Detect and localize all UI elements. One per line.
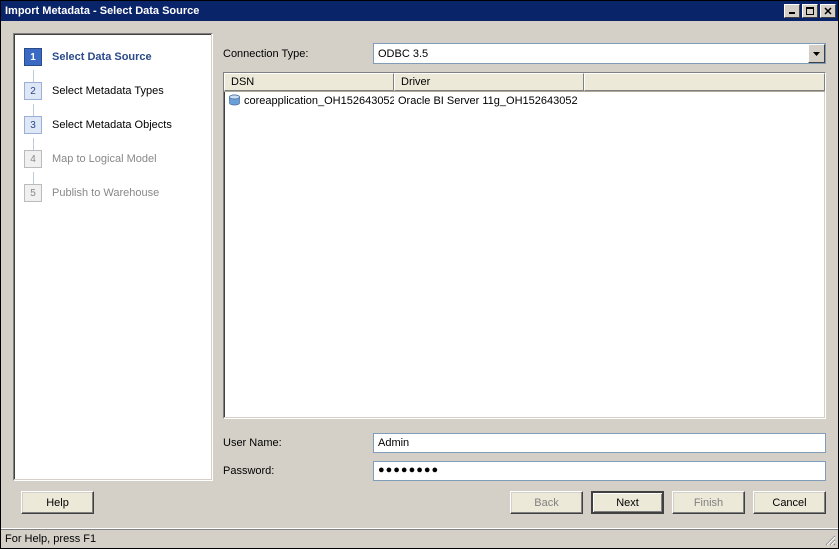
minimize-icon bbox=[788, 7, 796, 15]
connection-type-value: ODBC 3.5 bbox=[374, 48, 808, 60]
col-spacer bbox=[584, 73, 825, 91]
step-number: 1 bbox=[24, 48, 42, 66]
connection-type-row: Connection Type: ODBC 3.5 bbox=[223, 43, 826, 64]
button-bar: Help Back Next Finish Cancel bbox=[13, 481, 826, 516]
username-row: User Name: bbox=[223, 433, 826, 453]
username-input[interactable] bbox=[373, 433, 826, 453]
next-button[interactable]: Next bbox=[591, 491, 664, 514]
window-title: Import Metadata - Select Data Source bbox=[5, 5, 782, 17]
step-label: Map to Logical Model bbox=[52, 153, 157, 165]
list-row[interactable]: coreapplication_OH152643052 Oracle BI Se… bbox=[224, 92, 825, 109]
password-input[interactable]: ●●●●●●●● bbox=[373, 461, 826, 481]
wizard-step-map-to-logical-model[interactable]: 4 Map to Logical Model bbox=[14, 142, 212, 176]
wizard-step-select-data-source[interactable]: 1 Select Data Source bbox=[14, 40, 212, 74]
window-controls bbox=[782, 4, 836, 18]
username-label: User Name: bbox=[223, 437, 373, 449]
wizard-step-select-metadata-objects[interactable]: 3 Select Metadata Objects bbox=[14, 108, 212, 142]
wizard-steps: 1 Select Data Source 2 Select Metadata T… bbox=[13, 33, 213, 481]
step-number: 2 bbox=[24, 82, 42, 100]
password-label: Password: bbox=[223, 465, 373, 477]
dialog-body: 1 Select Data Source 2 Select Metadata T… bbox=[1, 21, 838, 528]
password-row: Password: ●●●●●●●● bbox=[223, 461, 826, 481]
finish-button[interactable]: Finish bbox=[672, 491, 745, 514]
wizard-step-select-metadata-types[interactable]: 2 Select Metadata Types bbox=[14, 74, 212, 108]
right-panel: Connection Type: ODBC 3.5 DSN Driver bbox=[223, 33, 826, 481]
connection-type-combo[interactable]: ODBC 3.5 bbox=[373, 43, 826, 64]
connection-type-label: Connection Type: bbox=[223, 48, 373, 60]
help-button[interactable]: Help bbox=[21, 491, 94, 514]
statusbar: For Help, press F1 bbox=[1, 528, 838, 548]
maximize-button[interactable] bbox=[802, 4, 818, 18]
col-dsn[interactable]: DSN bbox=[224, 73, 394, 91]
list-body: coreapplication_OH152643052 Oracle BI Se… bbox=[224, 92, 825, 418]
combo-dropdown-button[interactable] bbox=[808, 44, 825, 63]
step-label: Select Metadata Types bbox=[52, 85, 164, 97]
upper-area: 1 Select Data Source 2 Select Metadata T… bbox=[13, 33, 826, 481]
dsn-value: coreapplication_OH152643052 bbox=[244, 95, 394, 107]
back-button[interactable]: Back bbox=[510, 491, 583, 514]
step-label: Select Data Source bbox=[52, 51, 152, 63]
dsn-list[interactable]: DSN Driver bbox=[223, 72, 826, 419]
titlebar: Import Metadata - Select Data Source bbox=[1, 1, 838, 21]
database-icon bbox=[228, 94, 241, 107]
statusbar-text: For Help, press F1 bbox=[5, 533, 96, 545]
window: Import Metadata - Select Data Source 1 S… bbox=[0, 0, 839, 549]
minimize-button[interactable] bbox=[784, 4, 800, 18]
step-number: 5 bbox=[24, 184, 42, 202]
cell-driver: Oracle BI Server 11g_OH152643052 bbox=[394, 94, 584, 108]
cell-dsn: coreapplication_OH152643052 bbox=[224, 93, 394, 108]
cancel-button[interactable]: Cancel bbox=[753, 491, 826, 514]
step-number: 3 bbox=[24, 116, 42, 134]
step-label: Publish to Warehouse bbox=[52, 187, 159, 199]
close-icon bbox=[824, 7, 832, 15]
col-driver[interactable]: Driver bbox=[394, 73, 584, 91]
close-button[interactable] bbox=[820, 4, 836, 18]
step-number: 4 bbox=[24, 150, 42, 168]
list-header: DSN Driver bbox=[224, 73, 825, 92]
resize-grip-icon[interactable] bbox=[823, 533, 836, 546]
step-label: Select Metadata Objects bbox=[52, 119, 172, 131]
chevron-down-icon bbox=[813, 52, 820, 56]
maximize-icon bbox=[806, 7, 814, 15]
wizard-step-publish-to-warehouse[interactable]: 5 Publish to Warehouse bbox=[14, 176, 212, 210]
